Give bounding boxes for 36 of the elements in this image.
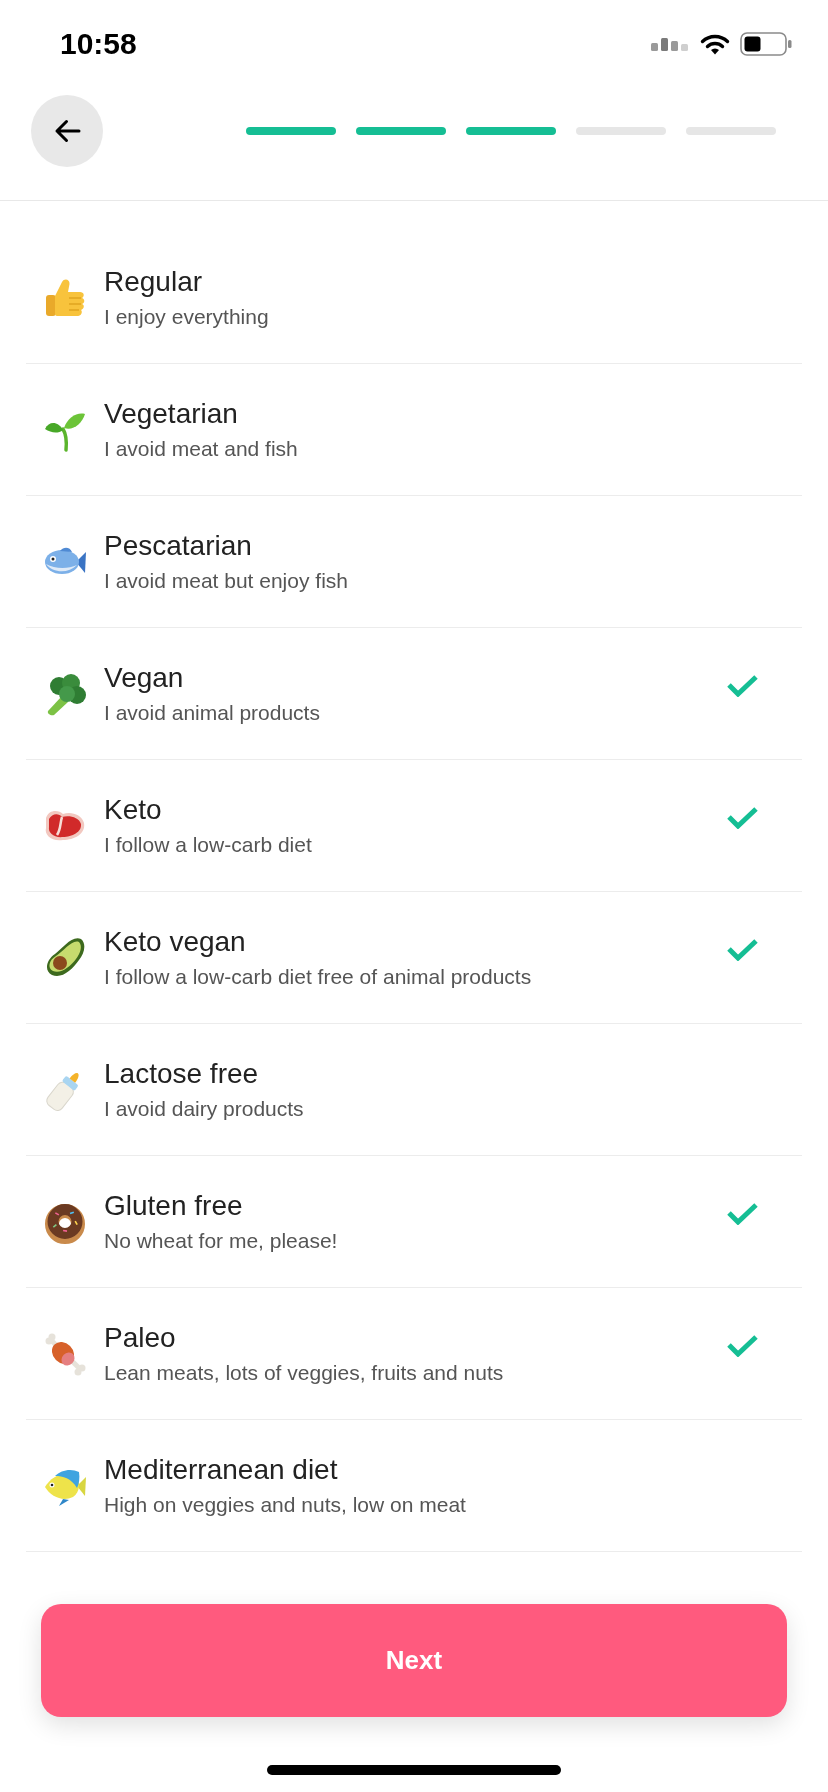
diet-option[interactable]: Pescatarian I avoid meat but enjoy fish	[26, 496, 802, 628]
battery-icon	[740, 32, 792, 56]
option-subtitle: I avoid meat and fish	[104, 435, 298, 462]
diet-option[interactable]: Keto vegan I follow a low-carb diet free of animal products	[26, 892, 802, 1024]
diet-option[interactable]: Gluten free No wheat for me, please!	[26, 1156, 802, 1288]
option-title: Vegan	[104, 660, 184, 695]
option-subtitle: High on veggies and nuts, low on meat	[104, 1491, 466, 1518]
option-title: Lactose free	[104, 1056, 259, 1091]
diet-option[interactable]: Regular I enjoy everything	[26, 232, 802, 364]
option-title: Vegetarian	[104, 396, 238, 431]
meat-on-bone-icon	[43, 1331, 87, 1376]
option-title: Gluten free	[104, 1188, 243, 1223]
option-subtitle: I follow a low-carb diet	[104, 831, 312, 858]
option-title: Paleo	[104, 1320, 176, 1355]
diet-option[interactable]: Paleo Lean meats, lots of veggies, fruits and nuts	[26, 1288, 802, 1420]
wifi-icon	[700, 33, 730, 55]
diet-option[interactable]: Vegan I avoid animal products	[26, 628, 802, 760]
option-title: Pescatarian	[104, 528, 252, 563]
back-arrow-icon	[53, 119, 81, 143]
option-subtitle: I follow a low-carb diet free of animal products	[104, 963, 532, 990]
option-title: Keto	[104, 792, 162, 827]
signal-icon	[651, 37, 690, 51]
diet-option[interactable]: Keto I follow a low-carb diet	[26, 760, 802, 892]
diet-option[interactable]: Lactose free I avoid dairy products	[26, 1024, 802, 1156]
option-title: Mediterranean diet	[104, 1452, 338, 1487]
option-subtitle: I avoid animal products	[104, 699, 320, 726]
option-title: Keto vegan	[104, 924, 246, 959]
option-subtitle: I enjoy everything	[104, 303, 269, 330]
diet-option[interactable]: Vegetarian I avoid meat and fish	[26, 364, 802, 496]
option-subtitle: No wheat for me, please!	[104, 1227, 338, 1254]
option-subtitle: Lean meats, lots of veggies, fruits and nuts	[104, 1359, 504, 1386]
status-time: 10:58	[60, 27, 137, 61]
diet-option[interactable]: Mediterranean diet High on veggies and nuts, low on meat	[26, 1420, 802, 1552]
option-subtitle: I avoid meat but enjoy fish	[104, 567, 348, 594]
option-subtitle: I avoid dairy products	[104, 1095, 304, 1122]
option-title: Regular	[104, 264, 203, 299]
